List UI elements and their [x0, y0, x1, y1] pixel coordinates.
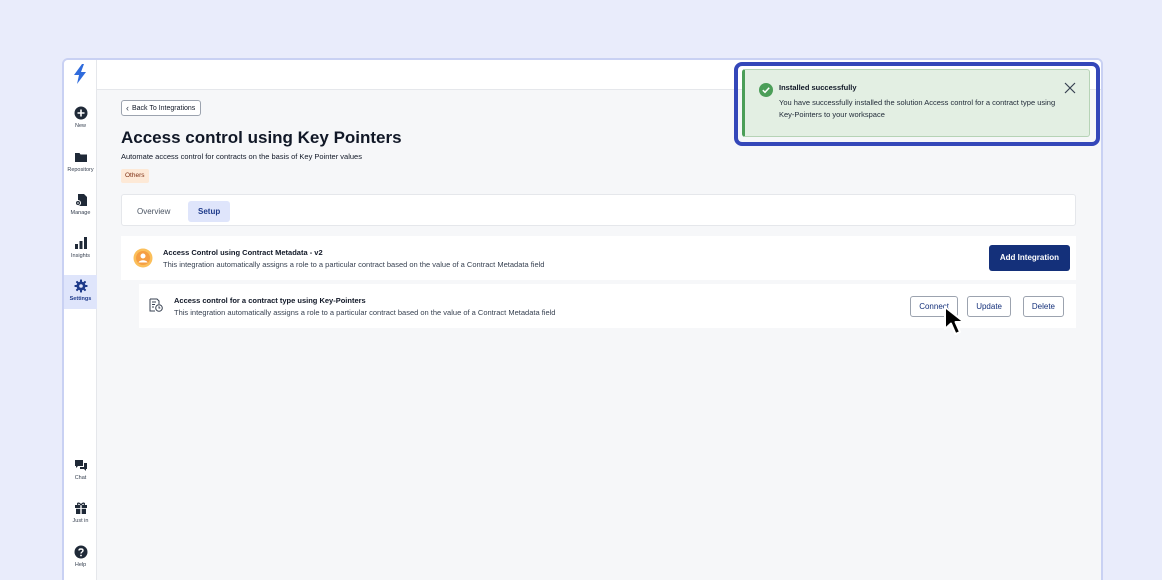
- help-icon: [74, 545, 87, 559]
- sidebar-item-just-in[interactable]: Just in: [64, 501, 97, 524]
- mouse-cursor-icon: [944, 306, 965, 335]
- sidebar-item-settings[interactable]: Settings: [64, 275, 97, 309]
- toast-message: You have successfully installed the solu…: [779, 98, 1056, 119]
- sidebar-item-repository[interactable]: Repository: [64, 150, 97, 173]
- close-icon[interactable]: [1063, 81, 1077, 95]
- page-subtitle: Automate access control for contracts on…: [121, 152, 362, 161]
- app-logo-icon[interactable]: [72, 64, 88, 84]
- back-button-label: Back To Integrations: [132, 104, 196, 112]
- sidebar-item-help[interactable]: Help: [64, 545, 97, 568]
- update-button[interactable]: Update: [967, 296, 1011, 317]
- sidebar-item-label: Manage: [70, 210, 91, 216]
- bar-chart-icon: [74, 237, 87, 249]
- sidebar-item-label: Help: [74, 562, 87, 568]
- solution-card: Access control for a contract type using…: [139, 284, 1076, 328]
- sidebar-item-insights[interactable]: Insights: [64, 236, 97, 259]
- integration-title: Access Control using Contract Metadata -…: [163, 248, 323, 257]
- add-integration-button[interactable]: Add Integration: [988, 245, 1070, 271]
- toast-title: Installed successfully: [779, 83, 857, 92]
- sidebar-item-new[interactable]: New: [64, 106, 97, 129]
- folder-icon: [74, 153, 87, 162]
- plus-circle-icon: [74, 106, 87, 120]
- page-title: Access control using Key Pointers: [121, 128, 402, 147]
- delete-button[interactable]: Delete: [1022, 296, 1064, 317]
- gift-icon: [74, 502, 87, 514]
- check-circle-icon: [759, 83, 773, 97]
- sidebar-item-label: Chat: [74, 475, 87, 481]
- sidebar-item-label: Just in: [72, 518, 89, 524]
- sidebar-item-manage[interactable]: Manage: [64, 193, 97, 216]
- back-to-integrations-button[interactable]: ‹ Back To Integrations: [121, 100, 202, 116]
- integration-badge-icon: [133, 248, 153, 268]
- sidebar-item-label: Repository: [67, 167, 94, 173]
- sidebar-item-label: Insights: [71, 253, 90, 259]
- gear-icon: [74, 279, 87, 293]
- sidebar-item-label: New: [74, 123, 86, 129]
- solution-title: Access control for a contract type using…: [174, 296, 366, 305]
- category-tag: Others: [121, 169, 149, 183]
- integration-card: Access Control using Contract Metadata -…: [121, 236, 1076, 280]
- sidebar-item-label: Settings: [69, 296, 92, 302]
- sidebar: New Repository Manage Insights Settings …: [64, 60, 97, 580]
- tab-bar: Overview Setup: [121, 194, 1076, 226]
- document-clock-icon: [149, 298, 163, 312]
- success-toast: Installed successfully You have successf…: [742, 69, 1090, 137]
- chat-icon: [74, 460, 87, 471]
- chevron-left-icon: ‹: [126, 102, 129, 113]
- solution-description: This integration automatically assigns a…: [174, 308, 556, 317]
- sidebar-item-chat[interactable]: Chat: [64, 458, 97, 481]
- integration-description: This integration automatically assigns a…: [163, 260, 545, 269]
- tab-overview[interactable]: Overview: [127, 201, 180, 222]
- tab-setup[interactable]: Setup: [188, 201, 231, 222]
- file-gear-icon: [74, 194, 87, 206]
